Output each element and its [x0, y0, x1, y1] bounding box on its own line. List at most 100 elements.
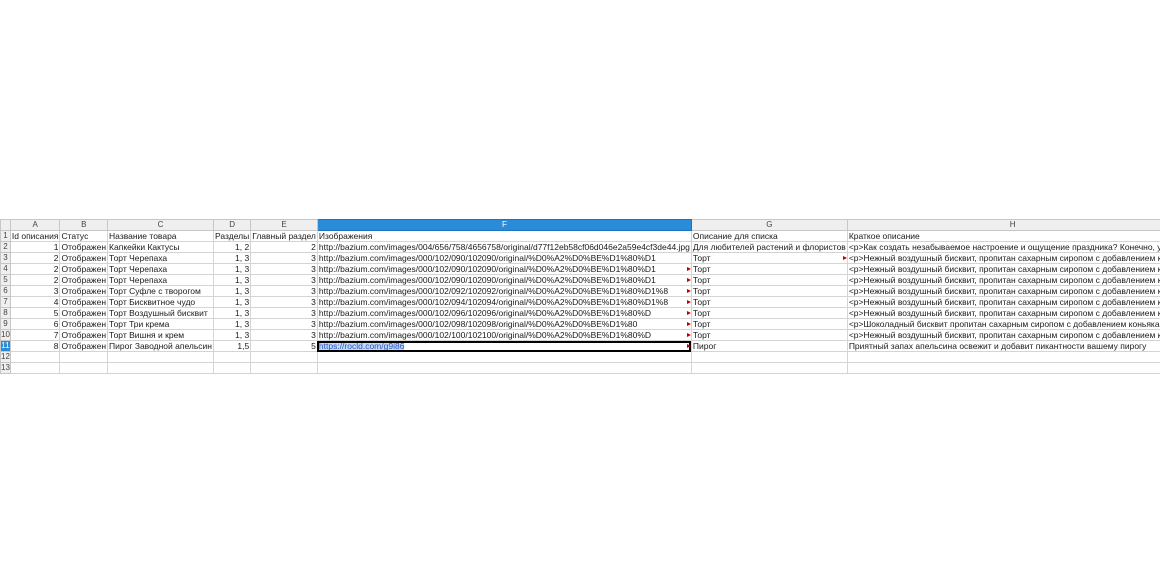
cell-a9-id-description[interactable]: 6	[9, 318, 61, 330]
row-header-1[interactable]: 1	[0, 230, 11, 242]
cell-d12-sections[interactable]	[212, 351, 252, 363]
cell-f8-images[interactable]: http://bazium.com/images/000/102/096/102…	[316, 307, 692, 319]
cell-b1-status[interactable]: Статус	[59, 230, 109, 242]
cell-e8-main-section[interactable]: 3	[250, 307, 318, 319]
cell-b2-status[interactable]: Отображен	[59, 241, 109, 253]
cell-c11-product-name[interactable]: Пирог Заводной апельсин	[107, 340, 214, 352]
row-header-13[interactable]: 13	[0, 362, 11, 374]
cell-c6-product-name[interactable]: Торт Суфле с творогом	[107, 285, 214, 297]
cell-f5-images[interactable]: http://bazium.com/images/000/102/090/102…	[316, 274, 692, 286]
cell-f7-images[interactable]: http://bazium.com/images/000/102/094/102…	[316, 296, 692, 308]
cell-d6-sections[interactable]: 1, 3	[212, 285, 252, 297]
cell-h11-short-description[interactable]: Приятный запах апельсина освежит и добав…	[846, 340, 1160, 352]
cell-b13-status[interactable]	[59, 362, 109, 374]
cell-g6-list-description[interactable]: Торт	[690, 285, 848, 297]
cell-f4-images[interactable]: http://bazium.com/images/000/102/090/102…	[316, 263, 692, 275]
row-header-3[interactable]: 3	[0, 252, 11, 264]
cell-d9-sections[interactable]: 1, 3	[212, 318, 252, 330]
cell-b10-status[interactable]: Отображен	[59, 329, 109, 341]
cell-d7-sections[interactable]: 1, 3	[212, 296, 252, 308]
cell-d10-sections[interactable]: 1, 3	[212, 329, 252, 341]
cell-h4-short-description[interactable]: <p>Нежный воздушный бисквит, пропитан са…	[846, 263, 1160, 275]
row-header-5[interactable]: 5	[0, 274, 11, 286]
cell-e4-main-section[interactable]: 3	[250, 263, 318, 275]
cell-g12-list-description[interactable]	[690, 351, 848, 363]
cell-d1-sections[interactable]: Разделы	[212, 230, 252, 242]
cell-h2-short-description[interactable]: <p>Как создать незабываемое настроение и…	[846, 241, 1160, 253]
cell-d8-sections[interactable]: 1, 3	[212, 307, 252, 319]
cell-c4-product-name[interactable]: Торт Черепаха	[107, 263, 214, 275]
row-header-10[interactable]: 10	[0, 329, 11, 341]
cell-e2-main-section[interactable]: 2	[250, 241, 318, 253]
cell-b11-status[interactable]: Отображен	[59, 340, 109, 352]
cell-g5-list-description[interactable]: Торт	[690, 274, 848, 286]
cell-c8-product-name[interactable]: Торт Воздушный бисквит	[107, 307, 214, 319]
column-header-c[interactable]: C	[107, 219, 214, 231]
cell-c1-product-name[interactable]: Название товара	[107, 230, 214, 242]
cell-f3-images[interactable]: http://bazium.com/images/000/102/090/102…	[316, 252, 692, 264]
cell-d5-sections[interactable]: 1, 3	[212, 274, 252, 286]
cell-c9-product-name[interactable]: Торт Три крема	[107, 318, 214, 330]
cell-e9-main-section[interactable]: 3	[250, 318, 318, 330]
cell-g10-list-description[interactable]: Торт	[690, 329, 848, 341]
column-header-d[interactable]: D	[212, 219, 252, 231]
cell-b5-status[interactable]: Отображен	[59, 274, 109, 286]
cell-g3-list-description[interactable]: Торт	[690, 252, 848, 264]
cell-g13-list-description[interactable]	[690, 362, 848, 374]
cell-a3-id-description[interactable]: 2	[9, 252, 61, 264]
cell-c7-product-name[interactable]: Торт Бисквитное чудо	[107, 296, 214, 308]
row-header-7[interactable]: 7	[0, 296, 11, 308]
cell-h8-short-description[interactable]: <p>Нежный воздушный бисквит, пропитан са…	[846, 307, 1160, 319]
cell-g8-list-description[interactable]: Торт	[690, 307, 848, 319]
cell-b8-status[interactable]: Отображен	[59, 307, 109, 319]
cell-h10-short-description[interactable]: <p>Нежный воздушный бисквит, пропитан са…	[846, 329, 1160, 341]
cell-g9-list-description[interactable]: Торт	[690, 318, 848, 330]
cell-a10-id-description[interactable]: 7	[9, 329, 61, 341]
cell-f1-images[interactable]: Изображения	[316, 230, 692, 242]
cell-c5-product-name[interactable]: Торт Черепаха	[107, 274, 214, 286]
cell-f13-images[interactable]	[316, 362, 692, 374]
cell-a13-id-description[interactable]	[9, 362, 61, 374]
cell-a8-id-description[interactable]: 5	[9, 307, 61, 319]
cell-d13-sections[interactable]	[212, 362, 252, 374]
column-header-g[interactable]: G	[690, 219, 848, 231]
cell-a11-id-description[interactable]: 8	[9, 340, 61, 352]
cell-d11-sections[interactable]: 1,5	[212, 340, 252, 352]
cell-d4-sections[interactable]: 1, 3	[212, 263, 252, 275]
cell-e1-main-section[interactable]: Главный раздел	[250, 230, 318, 242]
cell-h13-short-description[interactable]	[846, 362, 1160, 374]
column-header-h[interactable]: H	[846, 219, 1160, 231]
cell-a7-id-description[interactable]: 4	[9, 296, 61, 308]
row-header-2[interactable]: 2	[0, 241, 11, 253]
cell-g11-list-description[interactable]: Пирог	[690, 340, 848, 352]
cell-c12-product-name[interactable]	[107, 351, 214, 363]
cell-b6-status[interactable]: Отображен	[59, 285, 109, 297]
cell-a5-id-description[interactable]: 2	[9, 274, 61, 286]
cell-e3-main-section[interactable]: 3	[250, 252, 318, 264]
column-header-e[interactable]: E	[250, 219, 318, 231]
select-all-corner[interactable]	[0, 219, 11, 231]
cell-h5-short-description[interactable]: <p>Нежный воздушный бисквит, пропитан са…	[846, 274, 1160, 286]
row-header-6[interactable]: 6	[0, 285, 11, 297]
cell-h3-short-description[interactable]: <p>Нежный воздушный бисквит, пропитан са…	[846, 252, 1160, 264]
cell-e7-main-section[interactable]: 3	[250, 296, 318, 308]
cell-h7-short-description[interactable]: <p>Нежный воздушный бисквит, пропитан са…	[846, 296, 1160, 308]
cell-b7-status[interactable]: Отображен	[59, 296, 109, 308]
cell-c10-product-name[interactable]: Торт Вишня и крем	[107, 329, 214, 341]
cell-b4-status[interactable]: Отображен	[59, 263, 109, 275]
cell-g2-list-description[interactable]: Для любителей растений и флористов	[690, 241, 848, 253]
cell-h9-short-description[interactable]: <p>Шоколадный бисквит пропитан сахарным …	[846, 318, 1160, 330]
row-header-8[interactable]: 8	[0, 307, 11, 319]
column-header-b[interactable]: B	[59, 219, 109, 231]
cell-a12-id-description[interactable]	[9, 351, 61, 363]
column-header-f[interactable]: F	[316, 219, 692, 231]
cell-e10-main-section[interactable]: 3	[250, 329, 318, 341]
cell-h1-short-description[interactable]: Краткое описание	[846, 230, 1160, 242]
cell-f6-images[interactable]: http://bazium.com/images/000/102/092/102…	[316, 285, 692, 297]
cell-c2-product-name[interactable]: Капкейки Кактусы	[107, 241, 214, 253]
cell-a2-id-description[interactable]: 1	[9, 241, 61, 253]
cell-f11-images[interactable]: https://rocld.com/g9i86	[316, 340, 692, 352]
cell-d3-sections[interactable]: 1, 3	[212, 252, 252, 264]
cell-a1-id-description[interactable]: Id описания	[9, 230, 61, 242]
column-header-a[interactable]: A	[9, 219, 61, 231]
